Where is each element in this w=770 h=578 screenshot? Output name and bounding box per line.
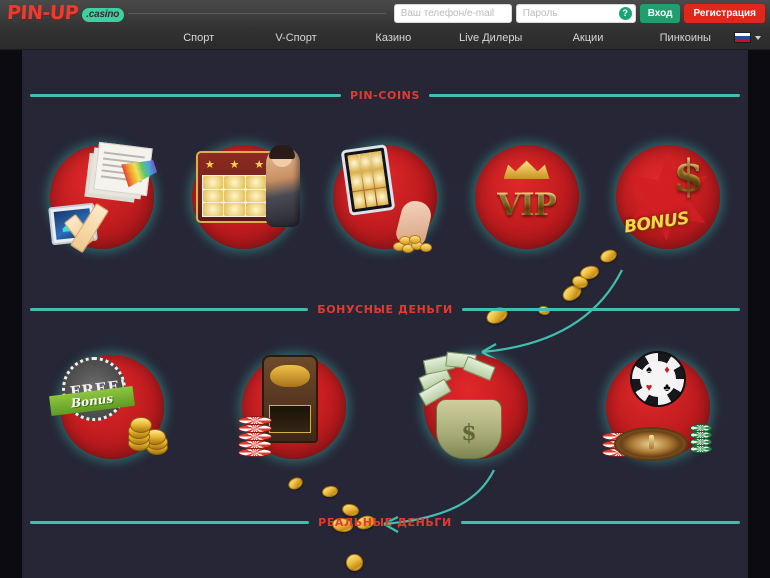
site-logo[interactable]: PIN-UP .casino bbox=[0, 0, 125, 26]
phone-screen bbox=[347, 150, 389, 210]
roulette-chips-art: ♠ ♦ ♥ ♣ bbox=[600, 349, 716, 465]
heading-rule-left bbox=[30, 308, 309, 311]
money-bag-dollar: $ bbox=[461, 420, 477, 446]
vip-status-art: VIP bbox=[469, 139, 585, 255]
heading-rule-left bbox=[30, 94, 342, 97]
money-bag-art: $ bbox=[418, 349, 534, 465]
heart-icon: ♥ bbox=[645, 381, 653, 394]
logo-suffix: .casino bbox=[82, 7, 125, 22]
vip-label: VIP bbox=[497, 187, 557, 223]
section-title-real-money: РЕАЛЬНЫЕ ДЕНЬГИ bbox=[318, 516, 452, 529]
bonus-money-row: FREE! Bonus $ ♠ ♦ ♥ ♣ bbox=[22, 351, 748, 461]
section-heading-bonus-money: БОНУСНЫЕ ДЕНЬГИ bbox=[30, 303, 740, 316]
content-panel: PIN-COINS ★ ★ ★ VIP $ BONUS БОНУСНЫЕ ДЕН… bbox=[22, 50, 748, 578]
language-selector[interactable] bbox=[734, 32, 770, 43]
medallion-vip-status[interactable]: VIP bbox=[474, 145, 579, 249]
medallion-bonus-dollar[interactable]: $ BONUS bbox=[616, 145, 720, 249]
roulette-wheel-icon bbox=[614, 427, 688, 461]
password-wrapper: ? bbox=[515, 3, 636, 23]
slot-reels bbox=[201, 175, 268, 217]
nav-item-promotions[interactable]: Акции bbox=[539, 32, 636, 44]
money-bag-icon: $ bbox=[436, 399, 502, 459]
checkmark-icon bbox=[68, 201, 130, 249]
russian-flag-icon bbox=[734, 32, 751, 43]
login-input[interactable] bbox=[393, 3, 512, 23]
main-navigation: Спорт V-Спорт Казино Live Дилеры Акции П… bbox=[0, 26, 770, 50]
heading-rule-right bbox=[460, 521, 740, 524]
banknotes-icon bbox=[418, 351, 496, 407]
coin-pile-icon bbox=[391, 233, 435, 253]
game-character-icon bbox=[265, 145, 300, 227]
header-divider bbox=[128, 12, 386, 14]
card-suits: ♠ ♦ ♥ ♣ bbox=[640, 361, 676, 397]
heading-rule-left bbox=[30, 521, 310, 524]
green-chips-icon bbox=[690, 423, 714, 453]
smartphone-icon bbox=[340, 144, 396, 216]
nav-item-casino[interactable]: Казино bbox=[345, 32, 442, 44]
poker-chips-icon bbox=[238, 409, 278, 457]
section-title-pin-coins: PIN-COINS bbox=[350, 89, 420, 102]
page-root: PIN-UP .casino ? Вход Регистрация Спорт … bbox=[0, 0, 770, 578]
medallion-registration-verification[interactable] bbox=[48, 141, 154, 249]
logo-text: PIN-UP bbox=[6, 2, 79, 24]
left-gutter bbox=[0, 50, 22, 578]
section-heading-pin-coins: PIN-COINS bbox=[30, 89, 741, 102]
pin-coins-row: ★ ★ ★ VIP $ BONUS bbox=[22, 141, 748, 253]
coin-stack-icon bbox=[120, 415, 168, 455]
medallion-roulette-chips[interactable]: ♠ ♦ ♥ ♣ bbox=[602, 351, 712, 461]
dollar-sign-icon: $ bbox=[673, 151, 704, 202]
registration-verification-art bbox=[44, 139, 160, 255]
password-input[interactable] bbox=[515, 3, 636, 23]
login-button[interactable]: Вход bbox=[639, 3, 681, 23]
site-header: PIN-UP .casino ? Вход Регистрация bbox=[0, 0, 770, 26]
heading-rule-right bbox=[429, 94, 741, 97]
nav-item-sport[interactable]: Спорт bbox=[150, 32, 247, 44]
slot-machine-chips-art bbox=[236, 349, 352, 465]
spade-icon: ♠ bbox=[646, 363, 652, 376]
auth-controls: ? Вход Регистрация bbox=[393, 3, 770, 23]
bonus-label: BONUS bbox=[622, 208, 691, 238]
nav-items: Спорт V-Спорт Казино Live Дилеры Акции П… bbox=[150, 32, 734, 44]
right-gutter bbox=[748, 50, 770, 578]
nav-item-vsport[interactable]: V-Спорт bbox=[247, 32, 344, 44]
medallion-slot-machine-chips[interactable] bbox=[238, 355, 346, 459]
slot-machine-game-art: ★ ★ ★ bbox=[186, 139, 302, 255]
medallion-free-bonus[interactable]: FREE! Bonus bbox=[49, 355, 168, 459]
chevron-down-icon bbox=[755, 35, 761, 40]
mobile-play-art bbox=[327, 139, 443, 255]
free-bonus-art: FREE! Bonus bbox=[49, 349, 170, 465]
medallion-mobile-play[interactable] bbox=[333, 144, 437, 253]
slot-stars: ★ ★ ★ bbox=[204, 158, 265, 171]
heading-rule-right bbox=[461, 308, 740, 311]
medallion-slot-machine-game[interactable]: ★ ★ ★ bbox=[191, 145, 300, 249]
medallion-money-bag[interactable]: $ bbox=[418, 351, 528, 459]
section-heading-real-money: РЕАЛЬНЫЕ ДЕНЬГИ bbox=[30, 516, 740, 529]
section-title-bonus-money: БОНУСНЫЕ ДЕНЬГИ bbox=[317, 303, 453, 316]
club-icon: ♣ bbox=[663, 381, 671, 394]
card-suits-chip-icon: ♠ ♦ ♥ ♣ bbox=[630, 351, 686, 407]
register-button[interactable]: Регистрация bbox=[684, 3, 765, 23]
slot-machine-icon: ★ ★ ★ bbox=[195, 151, 274, 223]
nav-item-pincoins[interactable]: Пинкоины bbox=[637, 32, 734, 44]
help-icon[interactable]: ? bbox=[618, 6, 632, 20]
diamond-icon: ♦ bbox=[664, 363, 670, 376]
nav-item-live-dealers[interactable]: Live Дилеры bbox=[442, 32, 539, 44]
